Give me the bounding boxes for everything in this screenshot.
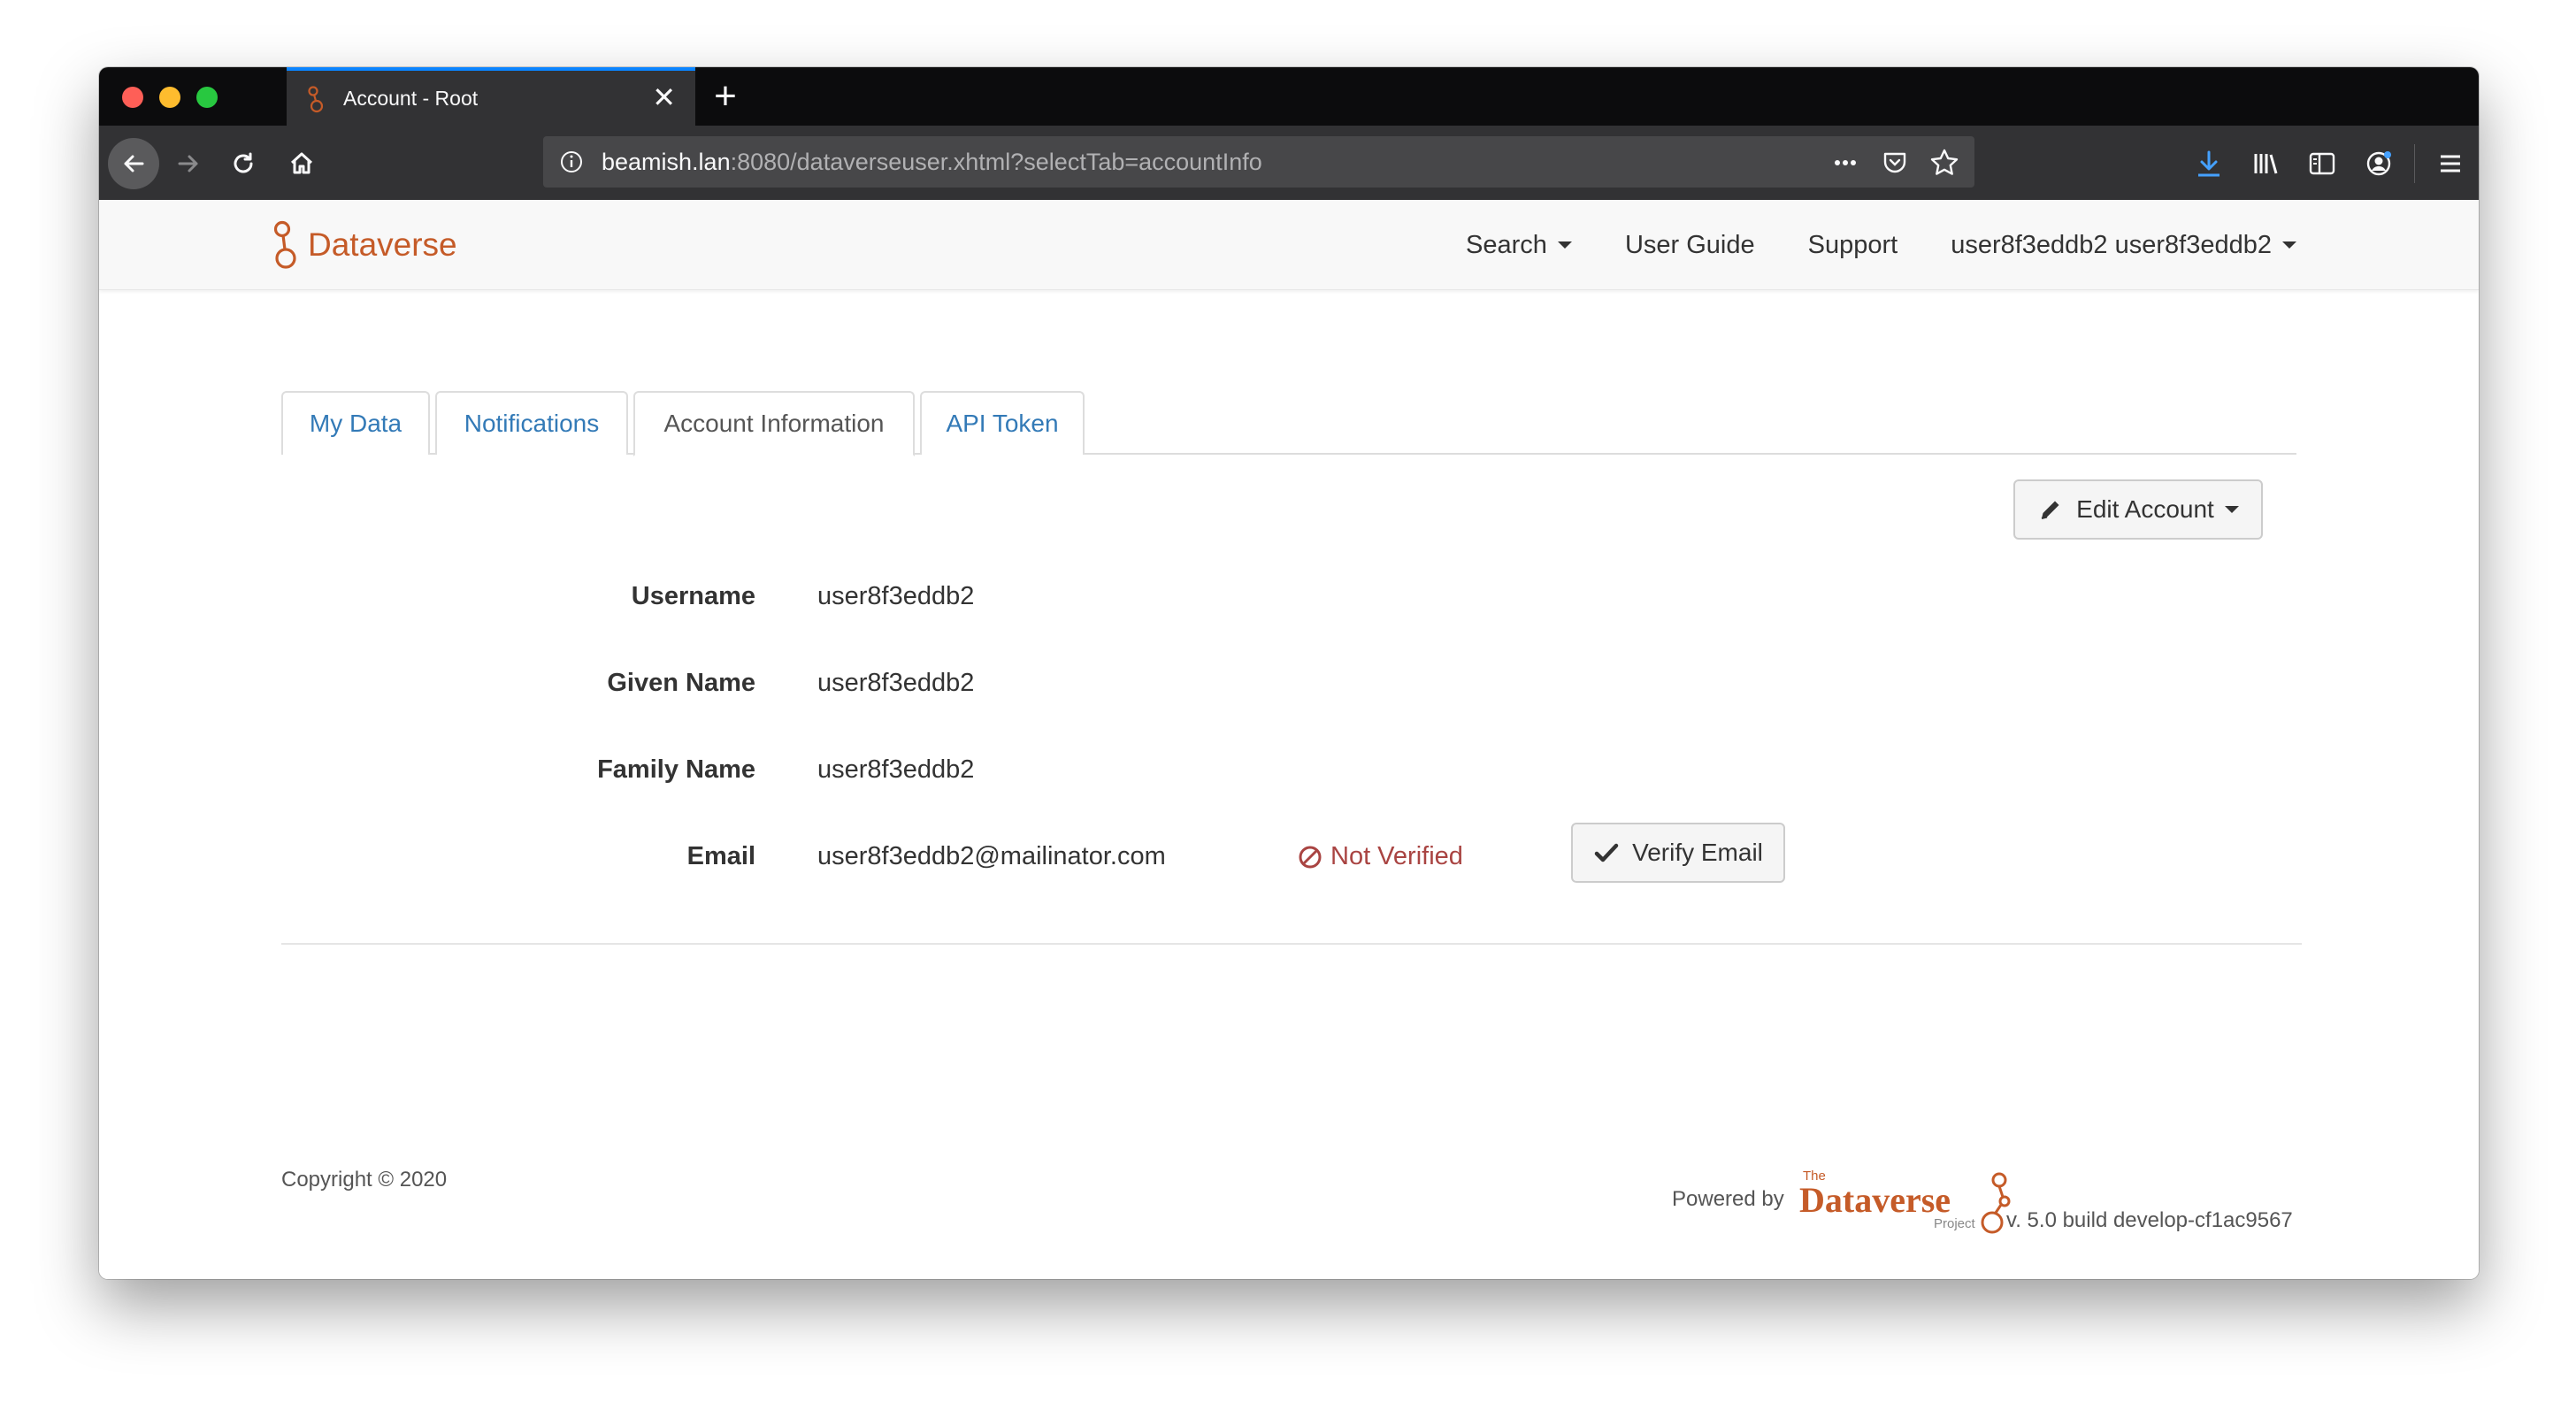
page-actions-icon[interactable] xyxy=(1829,147,1861,179)
dataverse-favicon-icon xyxy=(308,86,324,113)
page-content: Dataverse Search User Guide Support user… xyxy=(99,200,2479,1279)
back-button[interactable] xyxy=(108,138,159,189)
family-name-value: user8f3eddb2 xyxy=(817,755,975,784)
nav-search-dropdown[interactable]: Search xyxy=(1466,231,1572,260)
logo-name-text: Dataverse xyxy=(1799,1180,1951,1220)
pocket-icon[interactable] xyxy=(1879,147,1911,179)
site-navbar: Dataverse Search User Guide Support user… xyxy=(99,200,2479,290)
reload-button[interactable] xyxy=(218,138,269,189)
ban-icon xyxy=(1299,846,1322,868)
account-icon[interactable] xyxy=(2350,138,2407,189)
arrow-left-icon xyxy=(124,155,144,172)
brand-link[interactable]: Dataverse xyxy=(272,216,457,274)
family-name-label: Family Name xyxy=(597,755,755,784)
email-value: user8f3eddb2@mailinator.com xyxy=(817,842,1166,870)
toolbar-separator xyxy=(2414,144,2415,183)
url-text[interactable]: beamish.lan:8080/dataverseuser.xhtml?sel… xyxy=(602,149,1262,176)
url-path: :8080/dataverseuser.xhtml?selectTab=acco… xyxy=(730,149,1262,175)
close-tab-icon[interactable]: ✕ xyxy=(652,81,676,113)
version-text: v. 5.0 build develop-cf1ac9567 xyxy=(2006,1208,2293,1232)
given-name-label: Given Name xyxy=(607,669,755,697)
downloads-icon[interactable] xyxy=(2181,138,2237,189)
sidebar-icon[interactable] xyxy=(2294,138,2350,189)
url-host: beamish.lan xyxy=(602,149,731,175)
username-label: Username xyxy=(631,582,755,610)
tab-strip: Account - Root ✕ + xyxy=(99,67,2479,126)
tab-account-information[interactable]: Account Information xyxy=(633,391,915,456)
dataverse-project-logo[interactable]: The Dataverse Project xyxy=(1799,1168,2012,1238)
edit-account-button[interactable]: Edit Account xyxy=(2013,479,2263,540)
verify-email-button[interactable]: Verify Email xyxy=(1571,823,1785,883)
info-icon[interactable] xyxy=(559,149,584,174)
hamburger-menu-icon[interactable] xyxy=(2422,138,2479,189)
close-window-button[interactable] xyxy=(122,87,143,108)
browser-tab-active[interactable]: Account - Root ✕ xyxy=(287,67,695,126)
minimize-window-button[interactable] xyxy=(159,87,180,108)
dataverse-logo-icon xyxy=(273,220,296,269)
account-tabs: My Data Notifications Account Informatio… xyxy=(281,391,2296,456)
logo-project-text: Project xyxy=(1934,1216,1976,1231)
tab-my-data[interactable]: My Data xyxy=(281,391,430,455)
nav-user-name: user8f3eddb2 user8f3eddb2 xyxy=(1951,230,2272,259)
home-icon xyxy=(290,152,313,174)
nav-user-guide-link[interactable]: User Guide xyxy=(1625,231,1755,260)
given-name-value: user8f3eddb2 xyxy=(817,669,975,697)
nav-user-menu[interactable]: user8f3eddb2 user8f3eddb2 xyxy=(1951,231,2296,260)
tab-notifications[interactable]: Notifications xyxy=(435,391,628,455)
reload-icon xyxy=(234,152,253,173)
email-label: Email xyxy=(686,842,755,870)
email-status-badge: Not Verified xyxy=(1297,842,1463,871)
verify-email-label: Verify Email xyxy=(1632,839,1763,866)
pencil-icon xyxy=(2041,501,2059,519)
copyright-text: Copyright © 2020 xyxy=(281,1168,448,1192)
tab-title: Account - Root xyxy=(343,87,479,110)
browser-toolbar: beamish.lan:8080/dataverseuser.xhtml?sel… xyxy=(99,126,2479,200)
checkmark-icon xyxy=(1594,843,1619,862)
forward-button[interactable] xyxy=(163,138,214,189)
home-button[interactable] xyxy=(276,138,327,189)
zoom-window-button[interactable] xyxy=(196,87,218,108)
brand-name: Dataverse xyxy=(308,226,457,263)
address-bar[interactable]: beamish.lan:8080/dataverseuser.xhtml?sel… xyxy=(543,136,1974,188)
nav-search-label: Search xyxy=(1466,230,1547,259)
edit-account-label: Edit Account xyxy=(2076,495,2214,523)
tab-api-token[interactable]: API Token xyxy=(920,391,1085,455)
library-icon[interactable] xyxy=(2237,138,2294,189)
caret-down-icon xyxy=(2224,506,2239,513)
browser-window: Account - Root ✕ + beamish.lan:8080/data… xyxy=(99,67,2479,1279)
bookmark-star-icon[interactable] xyxy=(1928,147,1960,179)
email-status-text: Not Verified xyxy=(1330,842,1463,870)
new-tab-button[interactable]: + xyxy=(701,73,750,120)
arrow-right-icon xyxy=(178,155,198,172)
nav-support-link[interactable]: Support xyxy=(1808,231,1898,260)
powered-by-text: Powered by xyxy=(1672,1187,1784,1211)
caret-down-icon xyxy=(2282,241,2296,249)
username-value: user8f3eddb2 xyxy=(817,582,975,610)
content-divider xyxy=(281,943,2302,945)
caret-down-icon xyxy=(1557,241,1572,249)
